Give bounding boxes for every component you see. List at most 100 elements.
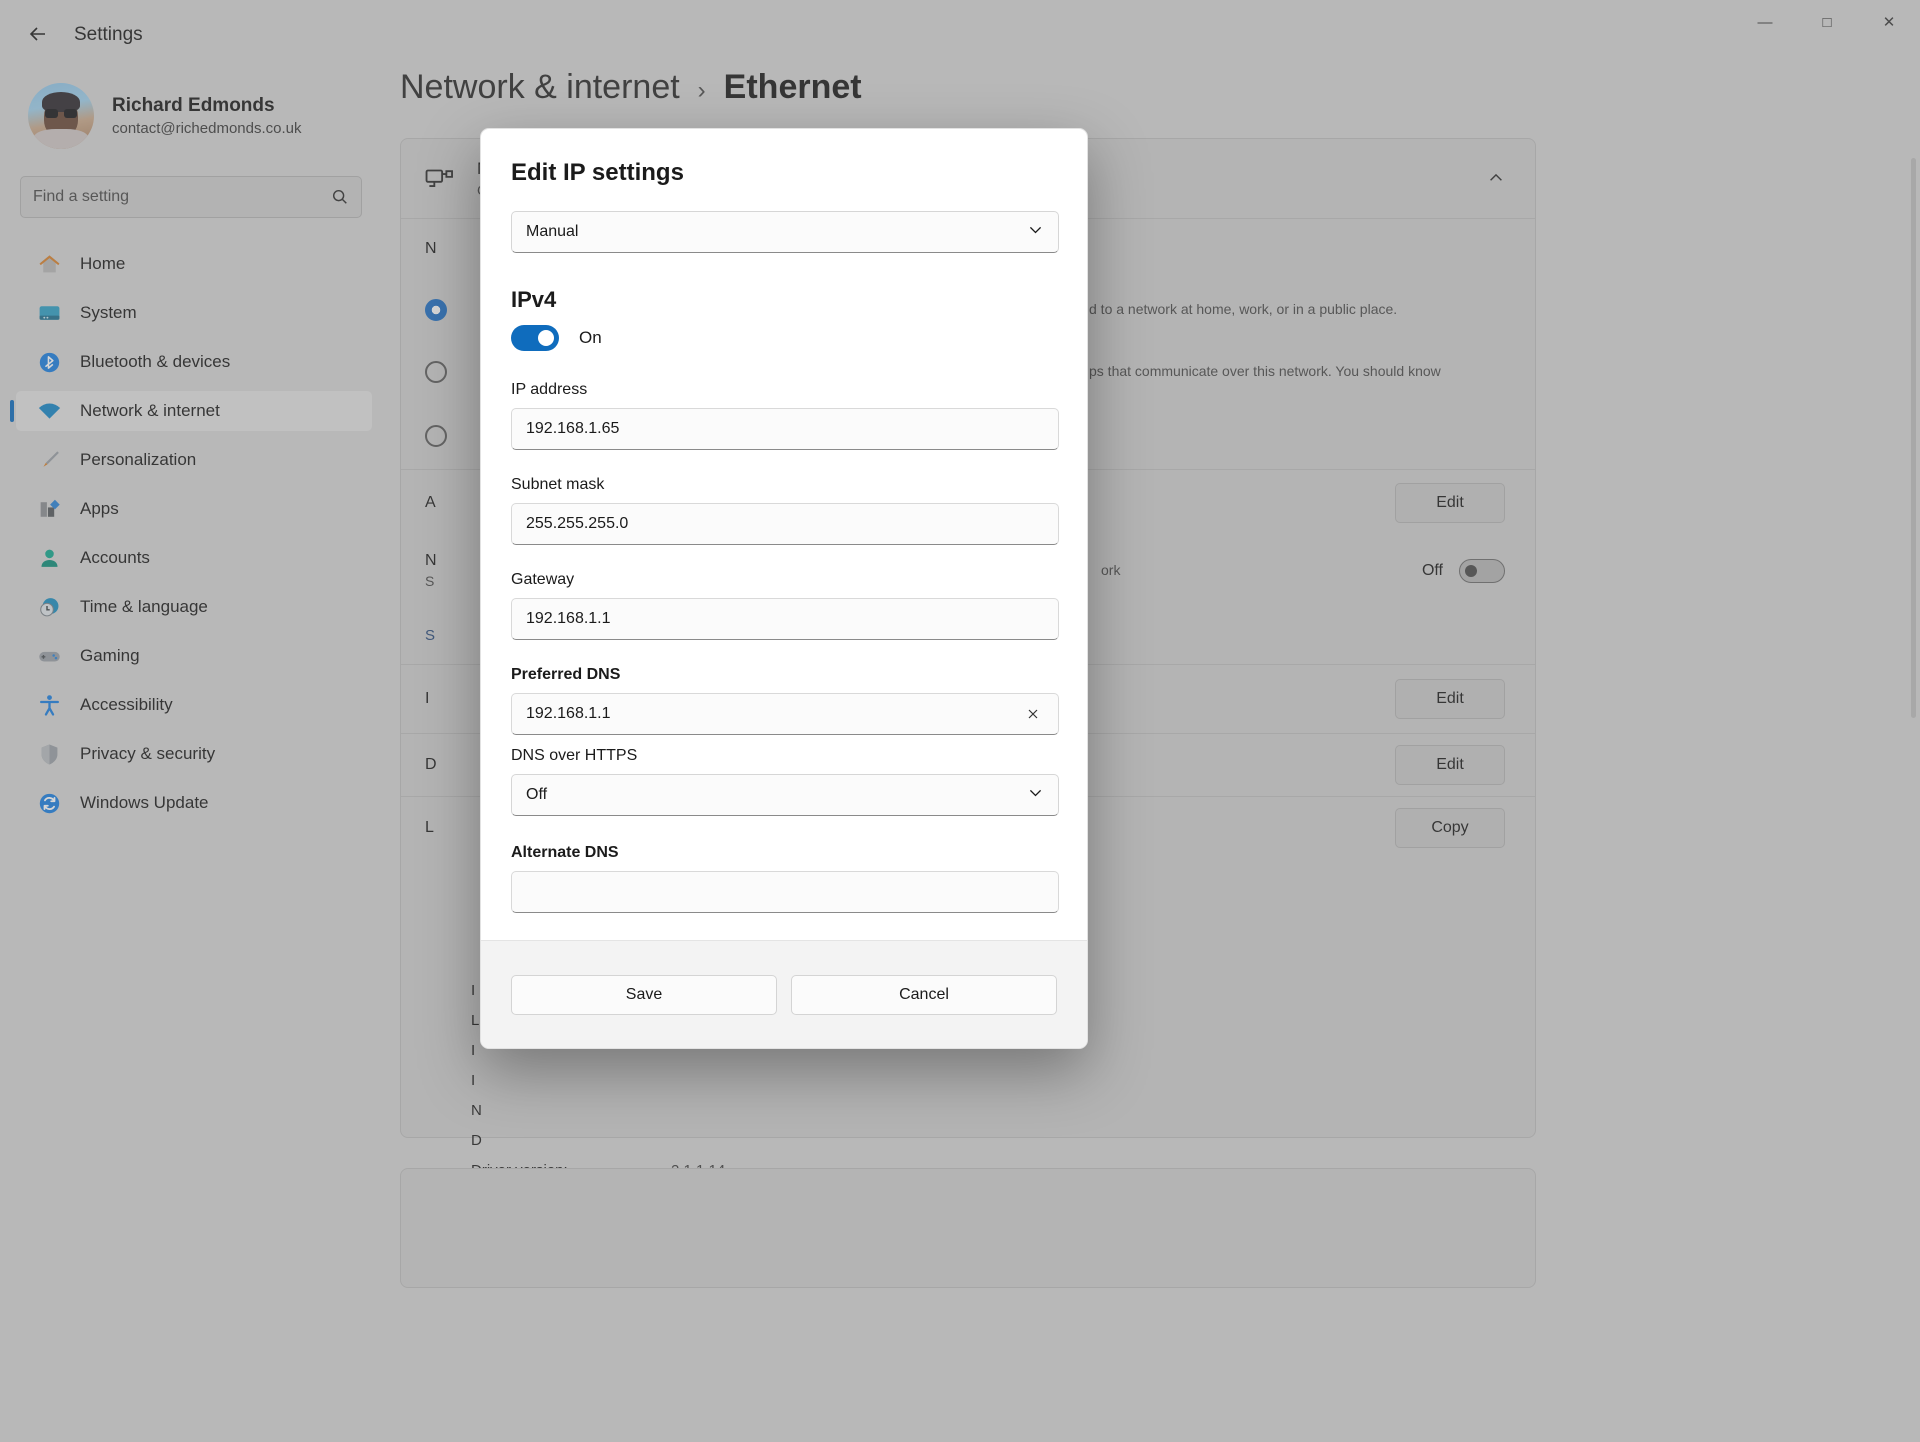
ip-address-label: IP address — [511, 381, 588, 398]
ip-address-field[interactable]: 192.168.1.65 — [511, 408, 1059, 450]
gamepad-icon — [36, 643, 62, 669]
ipv4-heading: IPv4 — [511, 287, 557, 312]
row-subtitle: S — [425, 573, 435, 590]
paintbrush-icon — [36, 447, 62, 473]
sidebar-item-label: System — [80, 303, 137, 322]
sidebar-item-label: Privacy & security — [80, 744, 216, 763]
ip-assignment-select[interactable]: Manual — [511, 211, 1059, 253]
gateway-field[interactable]: 192.168.1.1 — [511, 598, 1059, 640]
dialog-footer: Save Cancel — [481, 940, 1087, 1048]
apps-icon — [36, 496, 62, 522]
maximize-button[interactable]: □ — [1796, 0, 1858, 44]
row-title: D — [425, 755, 437, 773]
search-box[interactable] — [20, 176, 362, 218]
radio-private[interactable] — [425, 361, 447, 383]
sidebar-item-label: Network & internet — [80, 401, 220, 420]
sidebar-item-accounts[interactable]: Accounts — [16, 538, 372, 578]
close-icon[interactable] — [1022, 703, 1044, 725]
sidebar-item-network-internet[interactable]: Network & internet — [10, 391, 372, 431]
sidebar-nav: Home System Bluetooth & devices Network … — [10, 244, 372, 832]
scrollbar[interactable] — [1911, 158, 1916, 718]
page-title: Ethernet — [723, 68, 862, 106]
cancel-button[interactable]: Cancel — [791, 974, 1057, 1015]
breadcrumb-separator: › — [697, 77, 706, 104]
sidebar-item-windows-update[interactable]: Windows Update — [16, 783, 372, 823]
gateway-label: Gateway — [511, 571, 575, 588]
sidebar-item-label: Gaming — [80, 646, 140, 665]
chevron-up-icon[interactable] — [1487, 169, 1505, 187]
accessibility-icon — [36, 692, 62, 718]
breadcrumb: Network & internet › Ethernet — [400, 68, 862, 107]
edit-button[interactable]: Edit — [1395, 483, 1505, 523]
sidebar-item-gaming[interactable]: Gaming — [16, 636, 372, 676]
sidebar-item-bluetooth[interactable]: Bluetooth & devices — [16, 342, 372, 382]
sidebar-item-home[interactable]: Home — [16, 244, 372, 284]
sidebar-item-accessibility[interactable]: Accessibility — [16, 685, 372, 725]
dns-over-https-label: DNS over HTTPS — [511, 747, 638, 764]
back-button[interactable] — [16, 14, 60, 54]
account-block[interactable]: Richard Edmonds contact@richedmonds.co.u… — [28, 83, 302, 149]
alternate-dns-field[interactable] — [511, 871, 1059, 913]
property-key: I — [471, 1071, 476, 1089]
account-icon — [36, 545, 62, 571]
property-row: D — [401, 1125, 1537, 1155]
bluetooth-icon — [36, 349, 62, 375]
shield-icon — [36, 741, 62, 767]
ip-address-value: 192.168.1.65 — [526, 420, 620, 437]
back-arrow-icon — [29, 27, 45, 41]
radio-extra[interactable] — [425, 425, 447, 447]
edit-button[interactable]: Edit — [1395, 679, 1505, 719]
sidebar-item-time-language[interactable]: Time & language — [16, 587, 372, 627]
sidebar-item-label: Personalization — [80, 450, 197, 469]
close-button[interactable]: ✕ — [1858, 0, 1920, 44]
sidebar: Richard Edmonds contact@richedmonds.co.u… — [0, 68, 400, 1442]
secondary-card — [400, 1168, 1536, 1288]
sidebar-item-apps[interactable]: Apps — [16, 489, 372, 529]
clock-globe-icon — [36, 594, 62, 620]
system-icon — [36, 300, 62, 326]
radio-public[interactable] — [425, 299, 447, 321]
breadcrumb-root[interactable]: Network & internet — [400, 68, 680, 107]
edit-button[interactable]: Edit — [1395, 745, 1505, 785]
sidebar-item-label: Bluetooth & devices — [80, 352, 231, 371]
chevron-down-icon — [1027, 221, 1044, 243]
title-bar: Settings — □ ✕ — [0, 0, 1920, 68]
row-right-text: Off — [1421, 561, 1443, 579]
dialog-body: Edit IP settings Manual IPv4 On IP addre… — [481, 129, 1087, 940]
sidebar-item-label: Accessibility — [80, 695, 173, 714]
preferred-dns-label: Preferred DNS — [511, 666, 621, 683]
window-title: Settings — [74, 24, 143, 45]
avatar — [28, 83, 94, 149]
wifi-icon — [36, 398, 62, 424]
sidebar-item-privacy-security[interactable]: Privacy & security — [16, 734, 372, 774]
row-title: I — [425, 689, 430, 707]
save-button[interactable]: Save — [511, 974, 777, 1015]
search-input[interactable] — [33, 188, 331, 206]
sidebar-item-label: Windows Update — [80, 793, 209, 812]
row-side-text: ork — [1101, 562, 1121, 579]
network-profile-label: N — [425, 239, 437, 257]
dialog-title: Edit IP settings — [511, 159, 684, 186]
sidebar-item-label: Accounts — [80, 548, 150, 567]
preferred-dns-field[interactable]: 192.168.1.1 — [511, 693, 1059, 735]
metered-toggle[interactable] — [1459, 559, 1505, 583]
subnet-mask-field[interactable]: 255.255.255.0 — [511, 503, 1059, 545]
account-email: contact@richedmonds.co.uk — [112, 120, 302, 138]
search-icon — [331, 188, 349, 206]
copy-button[interactable]: Copy — [1395, 808, 1505, 848]
dns-over-https-select[interactable]: Off — [511, 774, 1059, 816]
row-title: A — [425, 493, 436, 511]
account-name: Richard Edmonds — [112, 94, 275, 116]
row-link[interactable]: S — [425, 627, 435, 644]
sidebar-item-label: Apps — [80, 499, 119, 518]
ipv4-toggle[interactable] — [511, 325, 559, 351]
profile-private-desc: ps that communicate over this network. Y… — [1089, 363, 1441, 380]
sidebar-item-system[interactable]: System — [16, 293, 372, 333]
ipv4-toggle-label: On — [579, 328, 602, 347]
profile-public-desc: d to a network at home, work, or in a pu… — [1089, 301, 1398, 318]
preferred-dns-value: 192.168.1.1 — [526, 705, 611, 722]
sidebar-item-personalization[interactable]: Personalization — [16, 440, 372, 480]
edit-ip-settings-dialog: Edit IP settings Manual IPv4 On IP addre… — [480, 128, 1088, 1049]
settings-window: Settings — □ ✕ Richard Edmonds contact@r… — [0, 0, 1920, 1442]
minimize-button[interactable]: — — [1734, 0, 1796, 44]
